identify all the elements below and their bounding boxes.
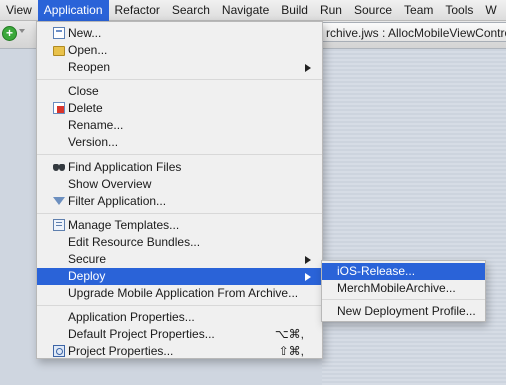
menu-item-label: New... — [68, 26, 102, 40]
submenu-arrow-icon — [305, 256, 311, 264]
keyboard-shortcut: ⌥⌘, — [274, 327, 304, 341]
add-circle-icon[interactable]: + — [2, 26, 17, 41]
menu-item-find-application-files[interactable]: Find Application Files — [37, 159, 322, 176]
new-icon — [53, 27, 65, 39]
dropdown-arrow-icon[interactable] — [19, 29, 25, 33]
menu-item-label: Open... — [68, 43, 108, 57]
filter-icon — [53, 197, 65, 205]
menu-navigate[interactable]: Navigate — [216, 0, 275, 21]
menu-item-application-properties[interactable]: Application Properties... — [37, 309, 322, 326]
menu-source[interactable]: Source — [348, 0, 398, 21]
deploy-submenu: iOS-Release... MerchMobileArchive... New… — [321, 260, 486, 322]
submenu-item-ios-release[interactable]: iOS-Release... — [322, 263, 485, 280]
menu-item-default-project-properties[interactable]: Default Project Properties... ⌥⌘, — [37, 326, 322, 343]
menu-separator — [37, 213, 322, 214]
submenu-item-merch-mobile-archive[interactable]: MerchMobileArchive... — [322, 280, 485, 297]
submenu-arrow-icon — [305, 64, 311, 72]
menu-separator — [322, 299, 485, 300]
menu-item-label: Version... — [68, 135, 119, 149]
menu-item-label: Secure — [68, 252, 107, 266]
menu-view[interactable]: View — [0, 0, 38, 21]
menu-item-close[interactable]: Close — [37, 83, 322, 100]
keyboard-shortcut: ⇧⌘, — [278, 344, 304, 358]
menu-item-label: Close — [68, 84, 99, 98]
menu-item-label: Upgrade Mobile Application From Archive.… — [68, 286, 299, 300]
menu-separator — [37, 79, 322, 80]
menu-item-label: Filter Application... — [68, 194, 167, 208]
menu-item-version[interactable]: Version... — [37, 134, 322, 151]
menu-item-label: Show Overview — [68, 177, 152, 191]
editor-tab[interactable]: rchive.jws : AllocMobileViewController.j — [322, 22, 506, 42]
menu-window[interactable]: W — [479, 0, 502, 21]
menu-item-label: Deploy — [68, 269, 106, 283]
menu-item-reopen[interactable]: Reopen — [37, 59, 322, 76]
delete-icon — [53, 102, 65, 114]
menu-item-show-overview[interactable]: Show Overview — [37, 176, 322, 193]
menu-item-rename[interactable]: Rename... — [37, 117, 322, 134]
menu-item-new[interactable]: New... — [37, 25, 322, 42]
application-menu: New... Open... Reopen Close Delete Renam… — [36, 21, 323, 359]
menu-item-label: Default Project Properties... — [68, 327, 215, 341]
menubar: View Application Refactor Search Navigat… — [0, 0, 506, 21]
binoculars-icon — [53, 161, 66, 173]
menu-item-deploy[interactable]: Deploy — [37, 268, 322, 285]
menu-item-project-properties[interactable]: Project Properties... ⇧⌘, — [37, 343, 322, 360]
menu-item-label: Project Properties... — [68, 344, 174, 358]
editor-area — [322, 49, 506, 385]
menu-item-filter-application[interactable]: Filter Application... — [37, 193, 322, 210]
menu-team[interactable]: Team — [398, 0, 439, 21]
menu-item-upgrade-mobile-application[interactable]: Upgrade Mobile Application From Archive.… — [37, 285, 322, 302]
menu-search[interactable]: Search — [166, 0, 216, 21]
menu-build[interactable]: Build — [275, 0, 314, 21]
menu-item-manage-templates[interactable]: Manage Templates... — [37, 217, 322, 234]
menu-item-label: Application Properties... — [68, 310, 195, 324]
menu-item-edit-resource-bundles[interactable]: Edit Resource Bundles... — [37, 234, 322, 251]
menu-refactor[interactable]: Refactor — [109, 0, 166, 21]
menu-tools[interactable]: Tools — [439, 0, 479, 21]
menu-item-label: Reopen — [68, 60, 111, 74]
properties-icon — [53, 345, 65, 357]
menu-item-label: Edit Resource Bundles... — [68, 235, 201, 249]
menu-separator — [37, 154, 322, 155]
menu-item-label: Rename... — [68, 118, 124, 132]
menu-item-label: Delete — [68, 101, 103, 115]
submenu-arrow-icon — [305, 273, 311, 281]
menu-separator — [37, 305, 322, 306]
templates-icon — [53, 219, 65, 231]
menu-application[interactable]: Application — [37, 0, 109, 21]
folder-icon — [53, 46, 65, 56]
menu-item-label: Manage Templates... — [68, 218, 180, 232]
menu-run[interactable]: Run — [314, 0, 348, 21]
menu-item-label: Find Application Files — [68, 160, 182, 174]
menu-item-secure[interactable]: Secure — [37, 251, 322, 268]
submenu-item-new-deployment-profile[interactable]: New Deployment Profile... — [322, 303, 485, 320]
menu-item-delete[interactable]: Delete — [37, 100, 322, 117]
menu-item-open[interactable]: Open... — [37, 42, 322, 59]
